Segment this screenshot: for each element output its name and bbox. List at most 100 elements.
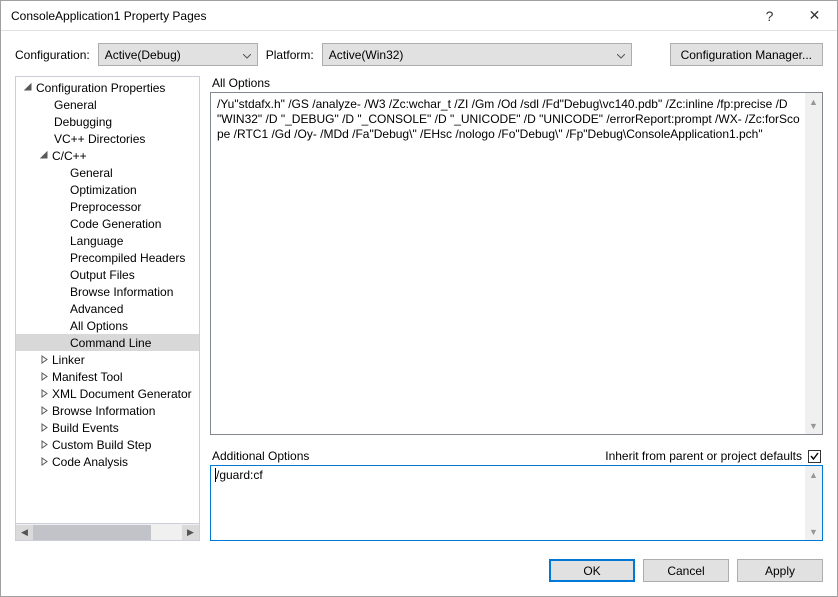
- tree-codeanalysis[interactable]: Code Analysis: [16, 453, 199, 470]
- scroll-left-button[interactable]: ◀: [16, 525, 33, 540]
- tree-label: Custom Build Step: [52, 438, 151, 452]
- tree-label: Output Files: [70, 268, 135, 282]
- tree-label: Preprocessor: [70, 200, 141, 214]
- tree-label: Browse Information: [52, 404, 155, 418]
- additional-options-vscrollbar[interactable]: ▲ ▼: [805, 466, 822, 540]
- tree-cxx-allopts[interactable]: All Options: [16, 317, 199, 334]
- titlebar: ConsoleApplication1 Property Pages ? ✕: [1, 1, 837, 31]
- additional-options-label: Additional Options: [212, 449, 605, 463]
- tree-cxx-general[interactable]: General: [16, 164, 199, 181]
- apply-button[interactable]: Apply: [737, 559, 823, 582]
- scroll-down-button[interactable]: ▼: [805, 523, 822, 540]
- tree-label: Language: [70, 234, 123, 248]
- expander-closed-icon[interactable]: [38, 389, 50, 398]
- tree-vcdirs[interactable]: VC++ Directories: [16, 130, 199, 147]
- tree-browseinfo[interactable]: Browse Information: [16, 402, 199, 419]
- help-button[interactable]: ?: [747, 1, 792, 30]
- property-tree[interactable]: Configuration Properties General Debuggi…: [15, 76, 200, 524]
- tree-cxx-browseinfo[interactable]: Browse Information: [16, 283, 199, 300]
- main-area: Configuration Properties General Debuggi…: [1, 76, 837, 549]
- platform-combo[interactable]: Active(Win32): [322, 43, 632, 66]
- close-icon: ✕: [809, 7, 821, 24]
- chevron-down-icon: [243, 48, 251, 62]
- scroll-up-button[interactable]: ▲: [805, 466, 822, 483]
- all-options-text: /Yu"stdafx.h" /GS /analyze- /W3 /Zc:wcha…: [211, 93, 822, 146]
- configuration-label: Configuration:: [15, 48, 90, 62]
- tree-custombuild[interactable]: Custom Build Step: [16, 436, 199, 453]
- window-title: ConsoleApplication1 Property Pages: [11, 9, 747, 23]
- scroll-track[interactable]: [33, 525, 182, 540]
- right-panel: All Options /Yu"stdafx.h" /GS /analyze- …: [210, 76, 823, 541]
- tree-cxx-cmdline[interactable]: Command Line: [16, 334, 199, 351]
- tree-label: VC++ Directories: [54, 132, 145, 146]
- tree-label: C/C++: [52, 149, 87, 163]
- platform-value: Active(Win32): [329, 48, 404, 62]
- tree-label: General: [54, 98, 97, 112]
- additional-options-text: /guard:cf: [211, 466, 822, 484]
- expander-closed-icon[interactable]: [38, 372, 50, 381]
- check-icon: [809, 451, 820, 462]
- tree-label: Browse Information: [70, 285, 173, 299]
- inherit-checkbox-wrap[interactable]: Inherit from parent or project defaults: [605, 449, 821, 463]
- tree-cxx-codegen[interactable]: Code Generation: [16, 215, 199, 232]
- ok-label: OK: [583, 564, 600, 578]
- tree-cxx[interactable]: C/C++: [16, 147, 199, 164]
- tree-buildevents[interactable]: Build Events: [16, 419, 199, 436]
- all-options-label: All Options: [210, 76, 823, 92]
- scroll-thumb[interactable]: [33, 525, 151, 540]
- tree-manifest[interactable]: Manifest Tool: [16, 368, 199, 385]
- ok-button[interactable]: OK: [549, 559, 635, 582]
- tree-cxx-preprocessor[interactable]: Preprocessor: [16, 198, 199, 215]
- property-pages-window: ConsoleApplication1 Property Pages ? ✕ C…: [0, 0, 838, 597]
- tree-label: Command Line: [70, 336, 151, 350]
- expander-closed-icon[interactable]: [38, 355, 50, 364]
- close-button[interactable]: ✕: [792, 1, 837, 30]
- tree-cxx-outputfiles[interactable]: Output Files: [16, 266, 199, 283]
- additional-options-header: Additional Options Inherit from parent o…: [210, 449, 823, 465]
- tree-label: Advanced: [70, 302, 123, 316]
- tree-label: Configuration Properties: [36, 81, 165, 95]
- tree-linker[interactable]: Linker: [16, 351, 199, 368]
- chevron-down-icon: [617, 48, 625, 62]
- inherit-checkbox[interactable]: [808, 450, 821, 463]
- expander-open-icon[interactable]: [22, 83, 34, 92]
- tree-label: Precompiled Headers: [70, 251, 185, 265]
- tree-cxx-pch[interactable]: Precompiled Headers: [16, 249, 199, 266]
- expander-closed-icon[interactable]: [38, 406, 50, 415]
- apply-label: Apply: [765, 564, 795, 578]
- all-options-textbox[interactable]: /Yu"stdafx.h" /GS /analyze- /W3 /Zc:wcha…: [210, 92, 823, 435]
- tree-cxx-language[interactable]: Language: [16, 232, 199, 249]
- expander-open-icon[interactable]: [38, 151, 50, 160]
- cancel-label: Cancel: [667, 564, 704, 578]
- scroll-up-button[interactable]: ▲: [805, 93, 822, 110]
- tree-xmldoc[interactable]: XML Document Generator: [16, 385, 199, 402]
- platform-label: Platform:: [266, 48, 314, 62]
- scroll-down-button[interactable]: ▼: [805, 417, 822, 434]
- tree-cxx-optimization[interactable]: Optimization: [16, 181, 199, 198]
- tree-label: Code Analysis: [52, 455, 128, 469]
- tree-label: Code Generation: [70, 217, 161, 231]
- cancel-button[interactable]: Cancel: [643, 559, 729, 582]
- tree-hscrollbar[interactable]: ◀ ▶: [15, 524, 200, 541]
- configuration-manager-label: Configuration Manager...: [681, 48, 812, 62]
- tree-label: Optimization: [70, 183, 137, 197]
- tree-label: Debugging: [54, 115, 112, 129]
- tree-debugging[interactable]: Debugging: [16, 113, 199, 130]
- scroll-right-button[interactable]: ▶: [182, 525, 199, 540]
- tree-cxx-advanced[interactable]: Advanced: [16, 300, 199, 317]
- expander-closed-icon[interactable]: [38, 423, 50, 432]
- inherit-label: Inherit from parent or project defaults: [605, 449, 802, 463]
- tree-config-properties[interactable]: Configuration Properties: [16, 79, 199, 96]
- help-icon: ?: [766, 8, 774, 24]
- config-row: Configuration: Active(Debug) Platform: A…: [1, 31, 837, 76]
- configuration-manager-button[interactable]: Configuration Manager...: [670, 43, 823, 66]
- tree-label: General: [70, 166, 113, 180]
- expander-closed-icon[interactable]: [38, 440, 50, 449]
- expander-closed-icon[interactable]: [38, 457, 50, 466]
- additional-options-textbox[interactable]: /guard:cf ▲ ▼: [210, 465, 823, 541]
- tree-general[interactable]: General: [16, 96, 199, 113]
- configuration-combo[interactable]: Active(Debug): [98, 43, 258, 66]
- all-options-vscrollbar[interactable]: ▲ ▼: [805, 93, 822, 434]
- tree-label: Linker: [52, 353, 85, 367]
- tree-label: XML Document Generator: [52, 387, 192, 401]
